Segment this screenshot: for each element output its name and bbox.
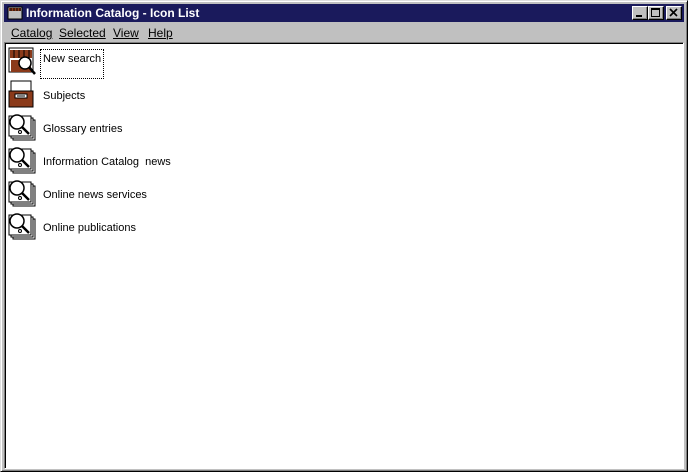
list-item-label: New search <box>39 49 105 79</box>
maximize-icon <box>651 8 660 17</box>
close-button[interactable] <box>666 6 682 20</box>
list-item-label: Online news services <box>43 189 147 201</box>
magnifier-documents-icon[interactable] <box>7 211 39 243</box>
magnifier-documents-icon[interactable] <box>7 112 39 144</box>
new-search-icon[interactable] <box>7 46 39 78</box>
menu-help[interactable]: Help <box>148 26 173 40</box>
menu-bar: Catalog Selected View Help <box>4 23 684 42</box>
icon-list[interactable]: New search Subjects Glossary entries Inf… <box>4 42 684 469</box>
app-window: Information Catalog - Icon List Catalog … <box>0 0 688 472</box>
list-item-label: Subjects <box>43 90 86 102</box>
minimize-button[interactable] <box>632 6 648 20</box>
list-item-glossary-entries[interactable]: Glossary entries <box>7 112 207 145</box>
menu-catalog[interactable]: Catalog <box>11 26 52 40</box>
close-icon <box>669 8 678 17</box>
list-item-information-catalog-news[interactable]: Information Catalog news <box>7 145 207 178</box>
list-item-online-publications[interactable]: Online publications <box>7 211 207 244</box>
minimize-icon <box>636 15 642 17</box>
list-item-label: Online publications <box>43 222 136 234</box>
list-item-subjects[interactable]: Subjects <box>7 79 207 112</box>
maximize-button[interactable] <box>648 6 664 20</box>
catalog-icon[interactable] <box>7 5 23 21</box>
subjects-drawer-icon[interactable] <box>7 79 39 111</box>
list-item-label: Glossary entries <box>43 123 123 135</box>
list-item-online-news-services[interactable]: Online news services <box>7 178 207 211</box>
window-title: Information Catalog - Icon List <box>26 6 200 20</box>
title-bar[interactable]: Information Catalog - Icon List <box>4 4 684 22</box>
magnifier-documents-icon[interactable] <box>7 178 39 210</box>
list-item-new-search[interactable]: New search <box>7 46 207 79</box>
menu-selected[interactable]: Selected <box>59 26 106 40</box>
menu-view[interactable]: View <box>113 26 139 40</box>
magnifier-documents-icon[interactable] <box>7 145 39 177</box>
list-item-label: Information Catalog news <box>43 156 171 168</box>
